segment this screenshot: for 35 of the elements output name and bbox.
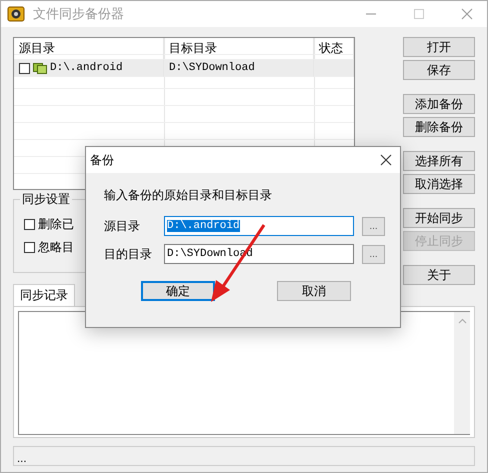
app-icon: [7, 5, 25, 23]
action-button[interactable]: 添加备份: [403, 94, 475, 114]
close-icon[interactable]: [380, 154, 392, 166]
action-button[interactable]: 保存: [403, 60, 475, 80]
option-label: 忽略目: [38, 239, 74, 256]
maximize-icon[interactable]: [413, 8, 425, 20]
table-cell: D:\SYDownload: [169, 62, 255, 74]
action-button[interactable]: 删除备份: [403, 117, 475, 137]
dialog-button[interactable]: 取消: [277, 281, 351, 301]
browse-button[interactable]: ...: [362, 244, 385, 264]
field-label: 源目录: [104, 218, 141, 234]
checkbox[interactable]: [24, 219, 35, 230]
checkbox[interactable]: [19, 62, 30, 74]
prompt-text: 输入备份的原始目录和目标目录: [104, 187, 273, 204]
option-label: 删除已: [38, 216, 74, 233]
window-title: 文件同步备份器: [33, 6, 124, 23]
group-title: 同步设置: [20, 191, 72, 208]
tab[interactable]: 同步记录: [13, 284, 75, 306]
table-cell: D:\.android: [50, 62, 123, 74]
input-field[interactable]: D:\.android: [164, 216, 354, 236]
action-button[interactable]: 选择所有: [403, 151, 475, 171]
action-button[interactable]: 取消选择: [403, 174, 475, 194]
dialog-title: 备份: [90, 152, 114, 168]
list-row[interactable]: D:\.android D:\SYDownload: [14, 60, 354, 77]
action-button[interactable]: 开始同步: [403, 208, 475, 228]
browse-button[interactable]: ...: [362, 216, 385, 236]
status-text: ...: [17, 454, 27, 465]
scroll-up-icon[interactable]: [458, 318, 466, 324]
dialog-button[interactable]: 确定: [141, 281, 215, 301]
folder-icon: [33, 62, 47, 74]
checkbox[interactable]: [24, 242, 35, 253]
field-label: 目的目录: [104, 246, 153, 262]
action-button[interactable]: 关于: [403, 265, 475, 285]
action-button[interactable]: 打开: [403, 37, 475, 57]
scrollbar[interactable]: [454, 312, 470, 434]
